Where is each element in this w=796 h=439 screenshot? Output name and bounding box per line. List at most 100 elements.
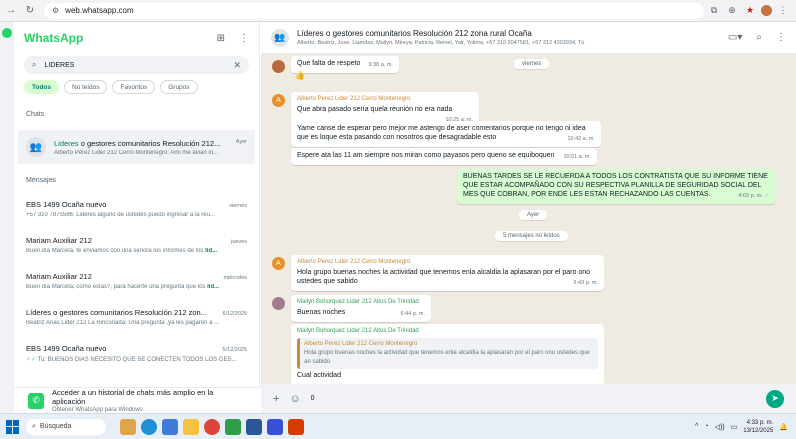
message-result-item[interactable]: Líderes o gestores comunitarios Resoluci… xyxy=(14,302,259,338)
message-result-item[interactable]: EBS 1499 Ocaña nuevo 5/12/2025 ✓✓ Tu: BUE… xyxy=(14,338,259,374)
browser-menu-icon[interactable]: ⋮ xyxy=(776,4,790,18)
download-app-banner[interactable]: ✆ Acceder a un historial de chats más am… xyxy=(14,387,260,413)
message-bubble[interactable]: Yame canse de esperar pero mejor me aste… xyxy=(291,121,601,147)
menu-icon[interactable]: ⋮ xyxy=(776,32,786,43)
message-preview-highlight: líd... xyxy=(207,284,220,290)
sender-avatar[interactable] xyxy=(272,60,285,73)
excel-icon[interactable] xyxy=(225,418,241,435)
group-avatar-icon[interactable]: 👥 xyxy=(271,28,289,47)
send-icon[interactable]: ➤ xyxy=(766,389,784,408)
message-time: 6:44 p. m. xyxy=(400,311,425,317)
wifi-icon[interactable]: ◔ xyxy=(704,423,708,430)
read-check-icon: ✓ xyxy=(764,193,769,199)
browser-toolbar: → ↻ ⚙ web.whatsapp.com ⧉ ⊕ ★ ⋮ xyxy=(0,0,796,22)
app-title: WhatsApp xyxy=(24,31,84,45)
message-bubble[interactable]: Alberto Perez Lider 212 Cerro Montenegro… xyxy=(291,255,604,291)
search-input[interactable]: LIDERES xyxy=(44,62,225,69)
message-result-item[interactable]: EBS 1499 Ocaña nuevo viernes +57 310 7875… xyxy=(14,194,259,230)
filter-no-leidos[interactable]: No leídos xyxy=(64,80,108,94)
message-date: 6/12/2025 xyxy=(222,311,247,317)
message-list[interactable]: Que falta de respeto 9:38 a. m. 👍 vierne… xyxy=(261,54,796,384)
clear-search-icon[interactable]: ✕ xyxy=(233,60,241,71)
taskbar-search[interactable]: ⌕ Búsqueda xyxy=(26,418,106,435)
windows-start-icon[interactable] xyxy=(6,419,20,434)
address-bar[interactable]: ⚙ web.whatsapp.com xyxy=(44,2,704,19)
taskbar-clock[interactable]: 4:33 p. m. 13/12/2025 xyxy=(743,419,773,435)
message-time: 6:43 p. m. xyxy=(573,280,598,286)
whatsapp-app-icon: ✆ xyxy=(28,392,44,409)
file-explorer-icon[interactable] xyxy=(183,418,199,435)
url-text: web.whatsapp.com xyxy=(65,6,134,15)
search-icon[interactable]: ⌕ xyxy=(756,32,762,43)
message-preview: +57 310 7875586: Lideres alguno de usted… xyxy=(26,212,215,218)
sender-avatar[interactable]: A xyxy=(272,94,285,107)
chat-item-group[interactable]: 👥 Lideres o gestores comunitarios Resolu… xyxy=(18,130,255,164)
thumbs-up-reaction: 👍 xyxy=(295,71,305,80)
message-date: jueves xyxy=(231,239,247,245)
video-call-icon[interactable]: ▭▾ xyxy=(728,32,742,43)
message-date: 5/12/2025 xyxy=(222,347,247,353)
message-chat-name: Mariam Auxiliar 212 xyxy=(26,236,92,245)
message-preview: Buen día Marcela, como estas?, para hace… xyxy=(26,284,208,290)
message-text: Hola grupo buenas noches la actividad qu… xyxy=(297,269,591,285)
sticker-icon[interactable]: ☺ xyxy=(289,393,300,405)
profile-avatar[interactable] xyxy=(761,5,772,16)
message-time: 4:03 p. m. ✓ xyxy=(738,193,769,199)
notification-bell-icon[interactable]: 🔔 xyxy=(779,423,788,431)
filter-grupos[interactable]: Grupos xyxy=(160,80,198,94)
forward-icon[interactable]: → xyxy=(3,3,19,19)
volume-icon[interactable]: ◁)) xyxy=(715,423,725,431)
whatsapp-logo-icon[interactable] xyxy=(2,28,12,38)
message-sender: Alberto Perez Lider 212 Cerro Montenegro xyxy=(297,259,411,265)
chrome-icon[interactable] xyxy=(204,418,220,435)
message-bubble[interactable]: Que falta de respeto 9:38 a. m. xyxy=(291,56,399,73)
store-icon[interactable] xyxy=(162,418,178,435)
bookmark-star-icon[interactable]: ★ xyxy=(743,4,757,18)
message-time: 10:42 a. m. xyxy=(567,136,595,142)
message-sender: Mailyn Bohorquez Lider 212 Altos De Trin… xyxy=(297,299,419,305)
tray-chevron-icon[interactable]: ^ xyxy=(695,423,698,430)
sender-avatar[interactable]: A xyxy=(272,257,285,270)
section-messages-heading: Mensajes xyxy=(26,176,56,184)
sender-avatar[interactable] xyxy=(272,297,285,310)
search-box[interactable]: ⌕ LIDERES ✕ xyxy=(24,56,249,74)
zoom-icon[interactable]: ⊕ xyxy=(725,4,739,18)
conversation-header[interactable]: 👥 Líderes o gestores comunitarios Resolu… xyxy=(261,22,796,54)
menu-icon[interactable]: ⋮ xyxy=(239,33,249,44)
message-date: viernes xyxy=(229,203,247,209)
message-text: BUENAS TARDES SE LE RECUERDA A TODOS LOS… xyxy=(463,173,768,198)
message-chat-name: EBS 1499 Ocaña nuevo xyxy=(26,200,107,209)
message-result-item[interactable]: Mariam Auxiliar 212 miércoles Buen día Ma… xyxy=(14,266,259,302)
reload-icon[interactable]: ↻ xyxy=(22,3,38,19)
filter-todos[interactable]: Todos xyxy=(24,80,60,94)
message-bubble[interactable]: Espere ata las 11 am siempre nos miran c… xyxy=(291,148,597,165)
message-input[interactable]: 0 xyxy=(311,395,756,402)
new-chat-icon[interactable]: ⊞ xyxy=(217,33,225,44)
message-result-item[interactable]: Mariam Auxiliar 212 jueves Buen día Marce… xyxy=(14,230,259,266)
site-info-icon[interactable]: ⚙ xyxy=(52,6,59,15)
group-avatar-icon: 👥 xyxy=(26,137,46,157)
attach-plus-icon[interactable]: + xyxy=(273,393,279,405)
message-preview: Buen día Marcela, te enviamos con una se… xyxy=(26,248,206,254)
taskbar-app-icon[interactable] xyxy=(120,418,136,435)
outgoing-message-bubble[interactable]: BUENAS TARDES SE LE RECUERDA A TODOS LOS… xyxy=(457,169,775,204)
pdf-reader-icon[interactable] xyxy=(288,418,304,435)
message-bubble[interactable]: Mailyn Bohorquez Lider 212 Altos De Trin… xyxy=(291,295,431,322)
edge-icon[interactable] xyxy=(141,418,157,435)
taskbar-search-label: Búsqueda xyxy=(39,423,72,430)
search-icon: ⌕ xyxy=(32,60,37,69)
battery-icon[interactable]: ▭ xyxy=(731,423,738,431)
message-time: 9:38 a. m. xyxy=(368,62,393,68)
clock-time: 4:33 p. m. xyxy=(746,419,774,426)
message-preview-highlight: líd... xyxy=(205,248,218,254)
filter-favoritos[interactable]: Favoritos xyxy=(112,80,156,94)
message-bubble[interactable]: Mailyn Bohorquez Lider 212 Altos De Trin… xyxy=(291,324,604,384)
double-check-icon: ✓✓ xyxy=(26,357,37,363)
quoted-sender: Alberto Perez Lider 212 Cerro Montenegro xyxy=(304,341,418,347)
photos-icon[interactable] xyxy=(267,418,283,435)
word-icon[interactable] xyxy=(246,418,262,435)
quoted-message[interactable]: Alberto Perez Lider 212 Cerro Montenegro… xyxy=(297,338,598,369)
message-chat-name: Mariam Auxiliar 212 xyxy=(26,272,92,281)
install-app-icon[interactable]: ⧉ xyxy=(707,4,721,18)
message-date: miércoles xyxy=(223,275,247,281)
